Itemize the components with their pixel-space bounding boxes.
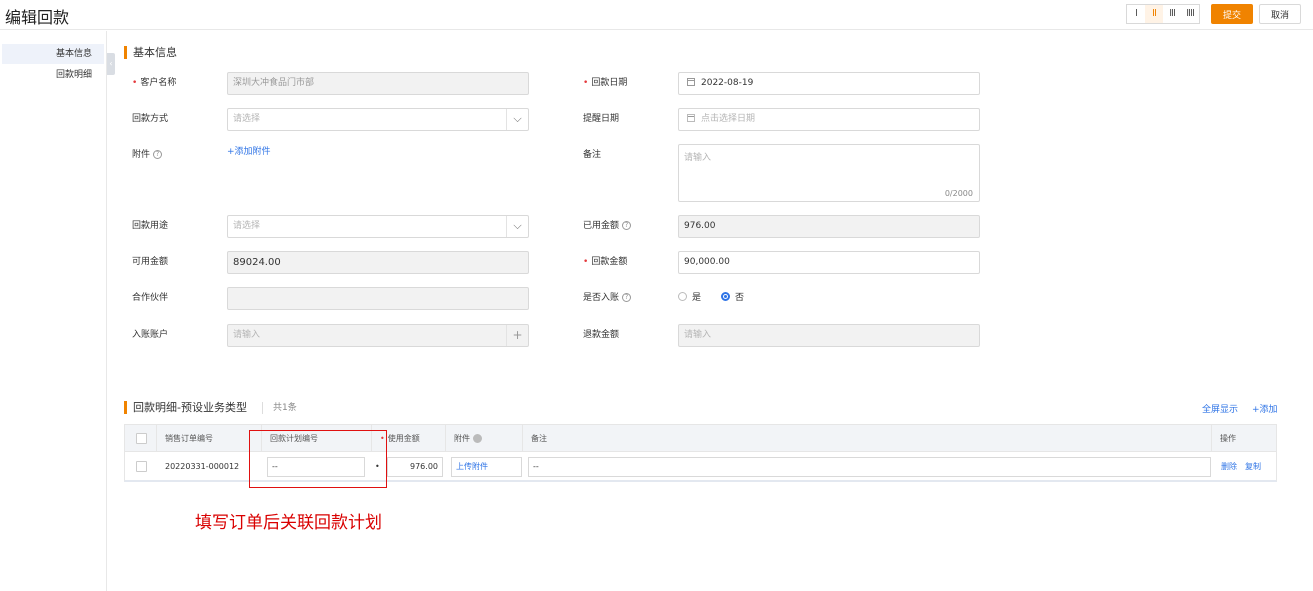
nav-item-basic-info[interactable]: 基本信息 xyxy=(2,44,104,64)
row-checkbox[interactable] xyxy=(136,461,147,472)
column-layout-switch: I II III IIII xyxy=(1126,4,1200,24)
refund-amount-field: 请输入 xyxy=(678,324,980,347)
payment-amount-label: • 回款金额 xyxy=(583,257,628,267)
upload-attachment-button[interactable]: 上传附件 xyxy=(451,457,522,477)
partner-field xyxy=(227,287,529,310)
fullscreen-link[interactable]: 全屏显示 xyxy=(1202,402,1238,415)
copy-row-link[interactable]: 复制 xyxy=(1245,453,1261,481)
used-amount-field: 976.00 xyxy=(678,215,980,238)
payment-date-label: • 回款日期 xyxy=(583,78,628,88)
used-amount-label: 已用金额? xyxy=(583,215,632,237)
is-booked-label: 是否入账? xyxy=(583,287,632,309)
submit-button[interactable]: 提交 xyxy=(1211,4,1253,24)
help-icon[interactable]: ? xyxy=(622,293,632,302)
radio-unchecked-icon xyxy=(678,292,687,301)
chevron-down-icon[interactable]: ⌵ xyxy=(506,216,528,237)
section-title-basic-info: 基本信息 xyxy=(124,46,177,59)
customer-name-field[interactable]: 深圳大冲食品门市部 xyxy=(227,72,529,95)
cancel-button[interactable]: 取消 xyxy=(1259,4,1301,24)
available-amount-label: 可用金额 xyxy=(132,257,169,267)
nav-item-payment-details[interactable]: 回款明细 xyxy=(2,65,104,85)
payment-date-picker[interactable]: 2022-08-19 xyxy=(678,72,980,95)
annotation-highlight-box xyxy=(249,430,387,488)
add-row-link[interactable]: +添加 xyxy=(1252,402,1278,415)
payment-method-select[interactable]: 请选择 ⌵ xyxy=(227,108,529,131)
page-header: 编辑回款 I II III IIII 提交 取消 xyxy=(0,0,1313,30)
delete-row-link[interactable]: 删除 xyxy=(1221,453,1237,481)
column-header-attachment: 附件 xyxy=(445,425,522,452)
help-icon[interactable]: ? xyxy=(153,150,163,159)
payment-method-label: 回款方式 xyxy=(132,114,169,124)
payment-usage-select[interactable]: 请选择 ⌵ xyxy=(227,215,529,238)
add-attachment-link[interactable]: +添加附件 xyxy=(227,141,271,163)
help-icon[interactable]: ? xyxy=(622,221,632,230)
details-count: 共1条 xyxy=(262,402,297,414)
page-title: 编辑回款 xyxy=(5,8,70,27)
partner-label: 合作伙伴 xyxy=(132,293,169,303)
payment-amount-input[interactable]: 90,000.00 xyxy=(678,251,980,274)
attachment-label: 附件? xyxy=(132,144,163,166)
is-booked-radio-yes[interactable]: 是 xyxy=(678,287,701,309)
section-title-payment-details: 回款明细-预设业务类型 xyxy=(124,401,247,414)
remark-textarea[interactable]: 请输入 0/2000 xyxy=(678,144,980,202)
remark-cell-input[interactable]: -- xyxy=(528,457,1211,477)
remark-char-counter: 0/2000 xyxy=(944,189,973,198)
help-icon[interactable] xyxy=(473,434,482,443)
layout-1-column-option[interactable]: I xyxy=(1127,5,1145,23)
remark-label: 备注 xyxy=(583,150,602,160)
column-header-order-no: 销售订单编号 xyxy=(156,425,256,452)
payment-usage-label: 回款用途 xyxy=(132,221,169,231)
radio-checked-icon xyxy=(721,292,730,301)
calendar-icon xyxy=(687,114,695,122)
available-amount-field: 89024.00 xyxy=(227,251,529,274)
refund-amount-label: 退款金额 xyxy=(583,330,620,340)
booking-account-field[interactable]: 请输入 + xyxy=(227,324,529,347)
collapse-nav-icon[interactable]: ‹ xyxy=(107,53,115,75)
calendar-icon xyxy=(687,78,695,86)
plus-icon[interactable]: + xyxy=(506,325,528,346)
select-all-checkbox[interactable] xyxy=(136,433,147,444)
booking-account-label: 入账账户 xyxy=(132,330,169,340)
column-header-actions: 操作 xyxy=(1211,425,1276,452)
layout-4-column-option[interactable]: IIII xyxy=(1181,5,1199,23)
chevron-down-icon[interactable]: ⌵ xyxy=(506,109,528,130)
customer-name-label: • 客户名称 xyxy=(132,78,177,88)
annotation-text: 填写订单后关联回款计划 xyxy=(195,513,382,533)
order-no-cell[interactable]: 20220331-000012 xyxy=(165,453,239,481)
amount-input[interactable]: 976.00 xyxy=(387,457,443,477)
reminder-date-picker[interactable]: 点击选择日期 xyxy=(678,108,980,131)
layout-2-column-option[interactable]: II xyxy=(1145,5,1163,23)
is-booked-radio-no[interactable]: 否 xyxy=(721,287,744,309)
layout-3-column-option[interactable]: III xyxy=(1163,5,1181,23)
reminder-date-label: 提醒日期 xyxy=(583,114,620,124)
column-header-remark: 备注 xyxy=(522,425,1211,452)
left-anchor-nav: 基本信息 回款明细 xyxy=(0,31,107,591)
